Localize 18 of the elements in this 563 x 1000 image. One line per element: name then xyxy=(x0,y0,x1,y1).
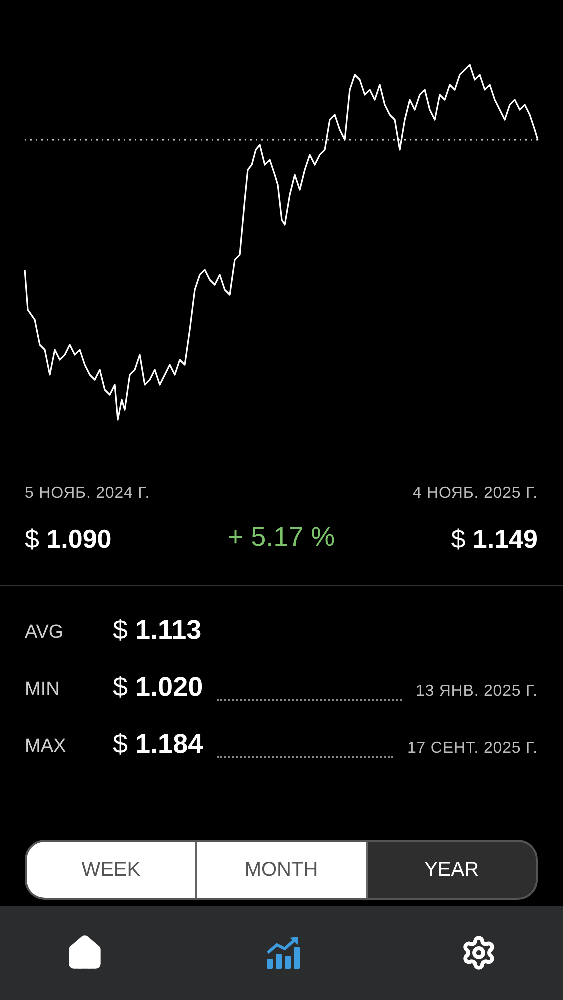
growth-chart-icon xyxy=(264,935,300,971)
stat-value: $ 1.184 xyxy=(113,728,204,760)
change-percent: + 5.17 % xyxy=(228,520,336,554)
start-value: $ 1.090 xyxy=(25,523,113,556)
stat-label: MAX xyxy=(25,734,68,758)
period-tab[interactable]: MONTH xyxy=(197,842,368,898)
settings-icon xyxy=(461,935,497,971)
stat-label: AVG xyxy=(25,620,65,644)
period-tab[interactable]: WEEK xyxy=(27,842,198,898)
stat-date: 13 ЯНВ. 2025 Г. xyxy=(416,682,538,702)
end-value: $ 1.149 xyxy=(451,523,538,556)
end-date: 4 НОЯБ. 2025 Г. xyxy=(412,484,538,504)
stat-value: $ 1.113 xyxy=(113,614,202,646)
stat-value: $ 1.020 xyxy=(113,670,204,704)
stat-date: 17 СЕНТ. 2025 Г. xyxy=(407,739,538,759)
home-icon xyxy=(66,934,104,972)
stat-label: MIN xyxy=(25,678,61,702)
start-date: 5 НОЯБ. 2024 Г. xyxy=(25,484,150,504)
